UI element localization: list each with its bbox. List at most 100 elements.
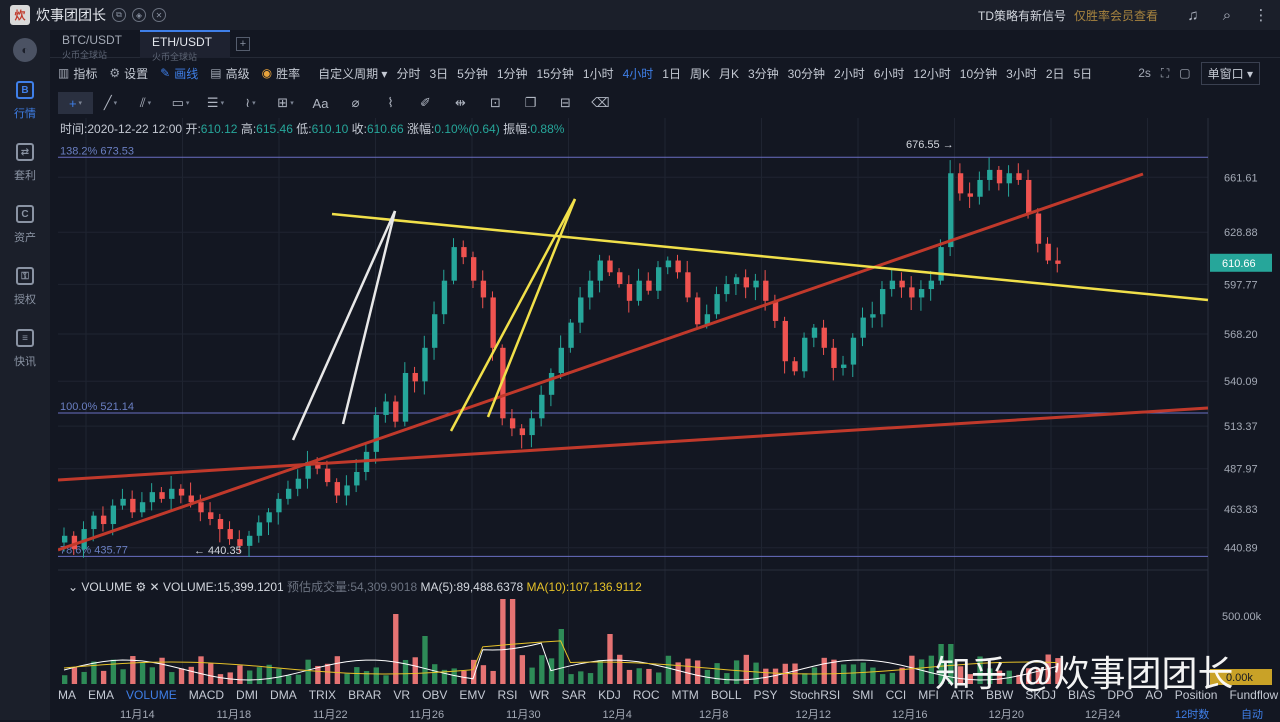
advanced-button[interactable]: ▤ 高级 bbox=[210, 65, 249, 82]
period-1[interactable]: 3日 bbox=[429, 65, 448, 82]
copy-icon[interactable]: ❐ bbox=[513, 92, 548, 114]
hide-icon[interactable]: ⊟ bbox=[548, 92, 583, 114]
candle-body bbox=[987, 169, 993, 180]
magnet-icon[interactable]: ⌀ bbox=[338, 92, 373, 114]
indicator-tab-roc[interactable]: ROC bbox=[633, 688, 660, 702]
refresh-interval[interactable]: 2s bbox=[1138, 66, 1151, 80]
indicator-button[interactable]: ▥ 指标 bbox=[58, 65, 97, 82]
period-17[interactable]: 2日 bbox=[1046, 65, 1065, 82]
indicator-tab-trix[interactable]: TRIX bbox=[309, 688, 336, 702]
indicator-tab-vr[interactable]: VR bbox=[393, 688, 410, 702]
text-tool-icon[interactable]: Aa bbox=[303, 92, 338, 114]
fib-tool-icon[interactable]: ☰ ▾ bbox=[198, 92, 233, 114]
indicator-tab-smi[interactable]: SMI bbox=[852, 688, 873, 702]
indicator-tab-dmi[interactable]: DMI bbox=[236, 688, 258, 702]
custom-period-dropdown[interactable]: 自定义周期 ▾ bbox=[318, 65, 387, 82]
link-icon[interactable]: ⇹ bbox=[443, 92, 478, 114]
tab-pair-label: ETH/USDT bbox=[152, 35, 212, 49]
period-12[interactable]: 2小时 bbox=[834, 65, 865, 82]
notification-bell-icon[interactable]: ♫ bbox=[1178, 0, 1208, 30]
indicator-tab-volume[interactable]: VOLUME bbox=[126, 688, 177, 702]
nav-item-assets[interactable]: C 资产 bbox=[0, 194, 50, 256]
draw-button[interactable]: ✎ 画线 bbox=[160, 65, 198, 82]
indicator-tab-cci[interactable]: CCI bbox=[886, 688, 907, 702]
indicator-tab-fundflow[interactable]: Fundflow bbox=[1229, 688, 1278, 702]
period-0[interactable]: 分时 bbox=[396, 65, 420, 82]
indicator-tab-rsi[interactable]: RSI bbox=[497, 688, 517, 702]
search-icon[interactable]: ⌕ bbox=[1212, 0, 1242, 30]
period-3[interactable]: 1分钟 bbox=[497, 65, 528, 82]
period-13[interactable]: 6小时 bbox=[874, 65, 905, 82]
nav-item-news[interactable]: ≡ 快讯 bbox=[0, 318, 50, 380]
indicator-tab-macd[interactable]: MACD bbox=[189, 688, 224, 702]
line-tool-icon[interactable]: ╱ ▾ bbox=[93, 92, 128, 114]
indicator-tab-ma[interactable]: MA bbox=[58, 688, 76, 702]
period-6[interactable]: 4小时 bbox=[623, 65, 654, 82]
wave-tool-icon[interactable]: ≀ ▾ bbox=[233, 92, 268, 114]
period-4[interactable]: 15分钟 bbox=[537, 65, 574, 82]
tab-eth-usdt[interactable]: ETH/USDT 火币全球站 bbox=[140, 30, 230, 62]
candle-body bbox=[91, 515, 97, 530]
winrate-button[interactable]: ◉ 胜率 bbox=[262, 65, 301, 82]
candle-body bbox=[578, 297, 584, 323]
indicator-tab-boll[interactable]: BOLL bbox=[711, 688, 742, 702]
period-18[interactable]: 5日 bbox=[1074, 65, 1093, 82]
indicator-tab-kdj[interactable]: KDJ bbox=[598, 688, 621, 702]
single-window-dropdown[interactable]: 单窗口 ▾ bbox=[1200, 61, 1260, 85]
rectangle-tool-icon[interactable]: ▭ ▾ bbox=[163, 92, 198, 114]
close-icon[interactable]: ✕ bbox=[152, 8, 166, 22]
indicator-tab-wr[interactable]: WR bbox=[529, 688, 549, 702]
fullscreen-icon[interactable]: ⛶ bbox=[1161, 66, 1169, 81]
period-9[interactable]: 月K bbox=[719, 65, 739, 82]
nav-item-auth[interactable]: ⚿ 授权 bbox=[0, 256, 50, 318]
nav-label-arbitrage: 套利 bbox=[14, 170, 36, 182]
candle-body bbox=[918, 289, 925, 298]
period-10[interactable]: 3分钟 bbox=[748, 65, 779, 82]
crosshair-icon[interactable]: + ▾ bbox=[58, 92, 93, 114]
period-5[interactable]: 1小时 bbox=[583, 65, 614, 82]
nav-item-market[interactable]: B 行情 bbox=[0, 70, 50, 132]
indicator-tab-emv[interactable]: EMV bbox=[459, 688, 485, 702]
period-2[interactable]: 5分钟 bbox=[457, 65, 488, 82]
trash-icon[interactable]: ⌫ bbox=[583, 92, 618, 114]
candle-body bbox=[412, 372, 418, 382]
candle-body bbox=[159, 492, 165, 499]
pen-icon: ✎ bbox=[160, 66, 171, 80]
indicator-tab-psy[interactable]: PSY bbox=[754, 688, 778, 702]
indicator-tab-brar[interactable]: BRAR bbox=[348, 688, 381, 702]
key-icon: ⚿ bbox=[16, 267, 34, 285]
restore-icon[interactable]: ⧉ bbox=[112, 8, 126, 22]
candle-body bbox=[402, 372, 409, 422]
add-tab-icon[interactable]: + bbox=[236, 37, 250, 51]
candle-body bbox=[227, 529, 233, 540]
nav-item-arbitrage[interactable]: ⇄ 套利 bbox=[0, 132, 50, 194]
indicator-tab-ema[interactable]: EMA bbox=[88, 688, 114, 702]
indicator-tab-obv[interactable]: OBV bbox=[422, 688, 447, 702]
window-icon[interactable]: ▢ bbox=[1179, 66, 1190, 80]
globe-icon[interactable]: ◐ bbox=[13, 38, 37, 62]
period-8[interactable]: 周K bbox=[690, 65, 710, 82]
brush-icon[interactable]: ✐ bbox=[408, 92, 443, 114]
period-16[interactable]: 3小时 bbox=[1006, 65, 1037, 82]
period-11[interactable]: 30分钟 bbox=[788, 65, 825, 82]
period-14[interactable]: 12小时 bbox=[913, 65, 950, 82]
measure-tool-icon[interactable]: ⊞ ▾ bbox=[268, 92, 303, 114]
lock-icon[interactable]: ⊡ bbox=[478, 92, 513, 114]
period-15[interactable]: 10分钟 bbox=[960, 65, 997, 82]
chart-area[interactable]: 138.2% 673.53 100.0% 521.14 78.6% 435.77 67… bbox=[58, 118, 1272, 720]
shield-icon[interactable]: ◈ bbox=[132, 8, 146, 22]
more-icon[interactable]: ⋮ bbox=[1246, 0, 1276, 30]
period-7[interactable]: 1日 bbox=[662, 65, 681, 82]
ruler-icon[interactable]: ⌇ bbox=[373, 92, 408, 114]
tab-btc-usdt[interactable]: BTC/USDT 火币全球站 bbox=[50, 30, 140, 60]
parallel-tool-icon[interactable]: ⫽ ▾ bbox=[128, 92, 163, 114]
indicator-tab-dma[interactable]: DMA bbox=[270, 688, 297, 702]
td-signal-text[interactable]: TD策略有新信号 bbox=[978, 7, 1066, 24]
indicator-tab-stochrsi[interactable]: StochRSI bbox=[790, 688, 841, 702]
settings-button[interactable]: ⚙ 设置 bbox=[109, 65, 148, 82]
candle-body bbox=[480, 280, 487, 298]
indicator-tab-mtm[interactable]: MTM bbox=[671, 688, 698, 702]
vip-link[interactable]: 仅胜率会员查看 bbox=[1074, 7, 1158, 24]
indicator-tab-sar[interactable]: SAR bbox=[561, 688, 586, 702]
candlestick-chart[interactable]: 138.2% 673.53100.0% 521.1478.6% 435.7767… bbox=[58, 118, 1272, 720]
